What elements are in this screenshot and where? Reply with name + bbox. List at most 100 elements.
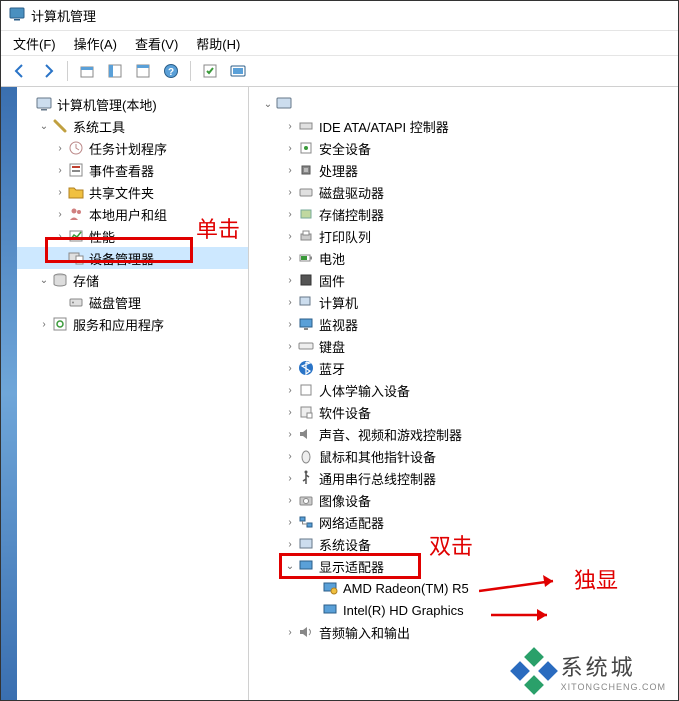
cat-ide[interactable]: › IDE ATA/ATAPI 控制器 [249,115,678,137]
menu-action[interactable]: 操作(A) [66,32,125,55]
chip-icon [297,271,315,289]
expander-icon[interactable]: ⌄ [261,99,275,110]
expander-icon[interactable]: › [53,143,67,154]
cat-security[interactable]: › 安全设备 [249,137,678,159]
cat-display-adapters[interactable]: ⌄ 显示适配器 [249,555,678,577]
expander-icon[interactable]: › [283,297,297,308]
help-button[interactable]: ? [158,58,184,84]
toolbar: ? [1,55,678,87]
expander-icon[interactable]: › [283,539,297,550]
cat-storage-ctrl[interactable]: › 存储控制器 [249,203,678,225]
menu-file[interactable]: 文件(F) [5,32,64,55]
expander-icon[interactable]: › [37,319,51,330]
cat-print-queues[interactable]: › 打印队列 [249,225,678,247]
expander-icon[interactable]: › [283,209,297,220]
cat-usb[interactable]: › 通用串行总线控制器 [249,467,678,489]
cat-hid[interactable]: › 人体学输入设备 [249,379,678,401]
cat-processors[interactable]: › 处理器 [249,159,678,181]
tree-device-root[interactable]: ⌄ [249,93,678,115]
tree-label: 音频输入和输出 [319,623,410,642]
tree-label: 键盘 [319,337,345,356]
expander-icon[interactable]: ⌄ [283,561,297,572]
expander-icon[interactable]: › [53,231,67,242]
cat-software-devices[interactable]: › 软件设备 [249,401,678,423]
cat-imaging[interactable]: › 图像设备 [249,489,678,511]
tree-label: 人体学输入设备 [319,381,410,400]
menu-view[interactable]: 查看(V) [127,32,186,55]
expander-icon[interactable]: ⌄ [37,275,51,286]
expander-icon[interactable]: › [283,627,297,638]
view-button-1[interactable] [102,58,128,84]
cat-monitors[interactable]: › 监视器 [249,313,678,335]
cat-network[interactable]: › 网络适配器 [249,511,678,533]
tree-label: 本地用户和组 [89,205,167,224]
tree-performance[interactable]: › 性能 [17,225,248,247]
cat-computer[interactable]: › 计算机 [249,291,678,313]
action-button-1[interactable] [197,58,223,84]
tree-label: 磁盘管理 [89,293,141,312]
expander-icon[interactable]: › [283,473,297,484]
tree-label: 共享文件夹 [89,183,154,202]
expander-icon[interactable]: › [283,385,297,396]
watermark-en: XITONGCHENG.COM [561,682,666,692]
expander-icon[interactable]: › [283,143,297,154]
gpu-intel[interactable]: Intel(R) HD Graphics [249,599,678,621]
gpu-amd[interactable]: AMD Radeon(TM) R5 [249,577,678,599]
toolbar-separator [190,61,191,81]
disk-icon [67,293,85,311]
expander-icon[interactable]: › [283,121,297,132]
tree-label: 计算机 [319,293,358,312]
tree-event-viewer[interactable]: › 事件查看器 [17,159,248,181]
up-button[interactable] [74,58,100,84]
tree-label: 服务和应用程序 [73,315,164,334]
forward-button[interactable] [35,58,61,84]
expander-icon[interactable]: › [283,517,297,528]
expander-icon[interactable]: › [283,407,297,418]
tree-label: 固件 [319,271,345,290]
performance-icon [67,227,85,245]
tree-disk-management[interactable]: 磁盘管理 [17,291,248,313]
expander-icon[interactable]: ⌄ [37,121,51,132]
tree-root[interactable]: 计算机管理(本地) [17,93,248,115]
expander-icon[interactable]: › [53,165,67,176]
expander-icon[interactable]: › [283,451,297,462]
tree-label: 电池 [319,249,345,268]
expander-icon[interactable]: › [283,253,297,264]
view-button-2[interactable] [130,58,156,84]
cat-batteries[interactable]: › 电池 [249,247,678,269]
cat-firmware[interactable]: › 固件 [249,269,678,291]
tree-label: IDE ATA/ATAPI 控制器 [319,117,449,136]
expander-icon[interactable]: › [283,363,297,374]
expander-icon[interactable]: › [283,275,297,286]
expander-icon[interactable]: › [283,429,297,440]
action-button-2[interactable] [225,58,251,84]
back-button[interactable] [7,58,33,84]
tree-label: 监视器 [319,315,358,334]
menu-help[interactable]: 帮助(H) [188,32,248,55]
expander-icon[interactable]: › [283,341,297,352]
cat-bluetooth[interactable]: › 蓝牙 [249,357,678,379]
expander-icon[interactable]: › [283,231,297,242]
cat-disk-drives[interactable]: › 磁盘驱动器 [249,181,678,203]
cat-mice[interactable]: › 鼠标和其他指针设备 [249,445,678,467]
tree-storage[interactable]: ⌄ 存储 [17,269,248,291]
cpu-icon [297,161,315,179]
expander-icon[interactable]: › [283,165,297,176]
cat-keyboards[interactable]: › 键盘 [249,335,678,357]
expander-icon[interactable]: › [283,495,297,506]
tree-system-tools[interactable]: ⌄ 系统工具 [17,115,248,137]
expander-icon[interactable]: › [53,209,67,220]
tree-shared-folders[interactable]: › 共享文件夹 [17,181,248,203]
cat-system-devices[interactable]: › 系统设备 [249,533,678,555]
tree-task-scheduler[interactable]: › 任务计划程序 [17,137,248,159]
tools-icon [51,117,69,135]
expander-icon[interactable]: › [283,319,297,330]
expander-icon[interactable]: › [53,187,67,198]
network-icon [297,513,315,531]
tree-device-manager[interactable]: 设备管理器 [17,247,248,269]
tree-services[interactable]: › 服务和应用程序 [17,313,248,335]
expander-icon[interactable]: › [283,187,297,198]
cat-sound[interactable]: › 声音、视频和游戏控制器 [249,423,678,445]
tree-local-users[interactable]: › 本地用户和组 [17,203,248,225]
cat-audio[interactable]: › 音频输入和输出 [249,621,678,643]
